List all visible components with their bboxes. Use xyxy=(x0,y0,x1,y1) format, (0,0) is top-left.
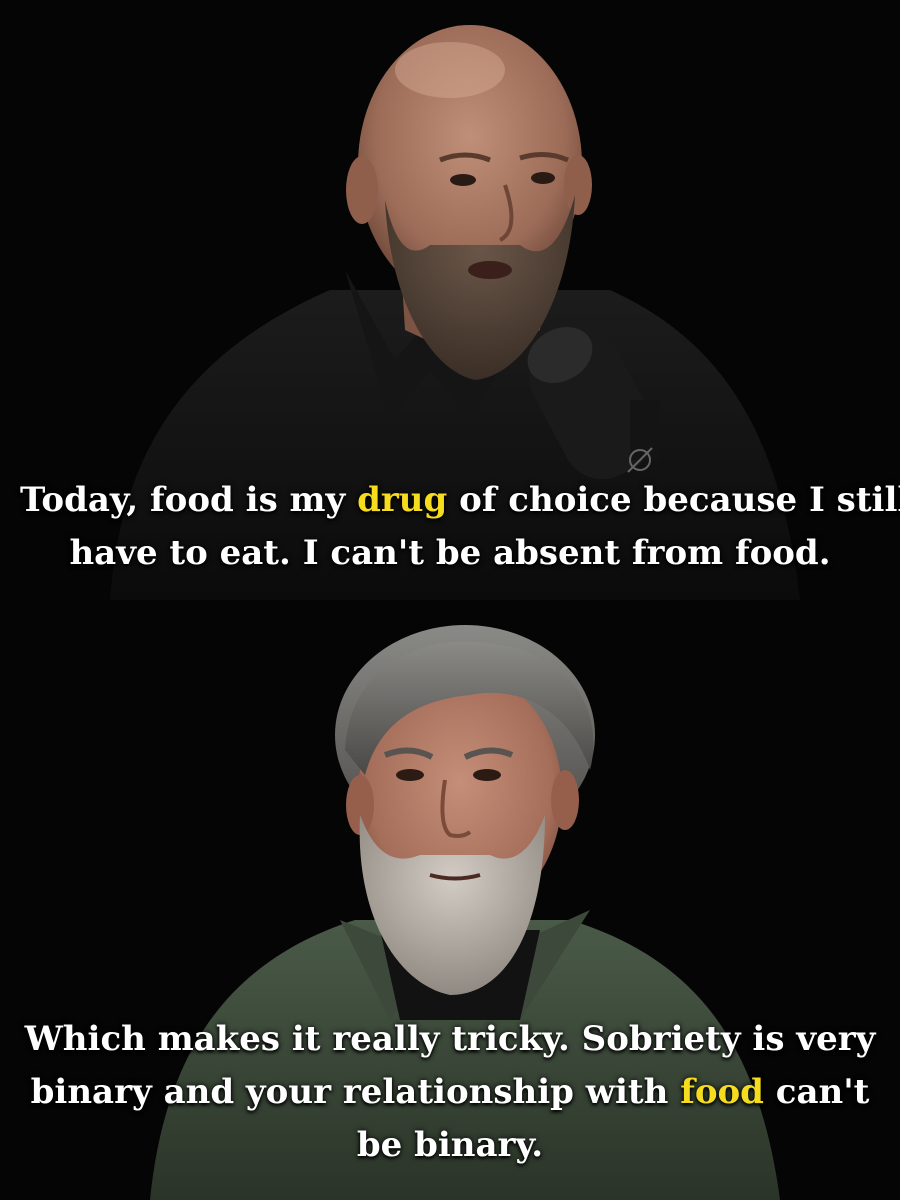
top-subtitle: Today, food is my drug of choice because… xyxy=(20,474,900,580)
bottom-video-frame: Which makes it really tricky. Sobriety i… xyxy=(0,600,900,1200)
highlighted-word-food: food xyxy=(680,1072,764,1112)
subtitle-text: have to eat. I can't be absent from food… xyxy=(69,533,831,573)
subtitle-line: binary and your relationship with food c… xyxy=(20,1066,880,1119)
subtitle-line: be binary. xyxy=(20,1119,880,1172)
subtitle-text: be binary. xyxy=(356,1125,544,1165)
subtitle-text: Today, food is my xyxy=(20,480,358,520)
subtitle-text: of choice because I still xyxy=(447,480,900,520)
subtitle-text: Which makes it really tricky. Sobriety i… xyxy=(24,1019,876,1059)
subtitle-line: have to eat. I can't be absent from food… xyxy=(20,527,880,580)
subtitle-line: Which makes it really tricky. Sobriety i… xyxy=(20,1013,880,1066)
subtitle-line: Today, food is my drug of choice because… xyxy=(20,474,900,527)
highlighted-word-drug: drug xyxy=(357,480,448,520)
subtitle-text: binary and your relationship with xyxy=(30,1072,681,1112)
top-video-frame: Today, food is my drug of choice because… xyxy=(0,0,900,600)
bottom-subtitle: Which makes it really tricky. Sobriety i… xyxy=(20,1013,880,1172)
subtitle-text: can't xyxy=(763,1072,870,1112)
